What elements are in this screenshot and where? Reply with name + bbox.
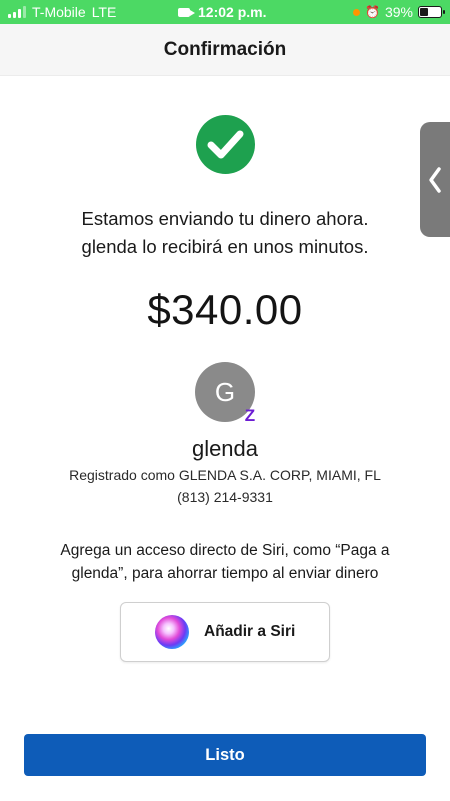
add-to-siri-label: Añadir a Siri <box>204 623 296 640</box>
status-bar-left: T-Mobile LTE <box>8 0 116 24</box>
add-to-siri-button[interactable]: Añadir a Siri <box>120 602 330 662</box>
battery-icon <box>418 6 445 18</box>
clock-time: 12:02 p.m. <box>198 4 267 20</box>
done-button-label: Listo <box>205 745 245 764</box>
recording-indicator-icon <box>353 8 361 16</box>
video-camera-icon <box>178 7 195 17</box>
sent-amount: $340.00 <box>147 286 303 333</box>
alarm-clock-icon: ⏰ <box>365 5 380 19</box>
siri-shortcut-prompt: Agrega un acceso directo de Siri, como “… <box>0 539 450 585</box>
success-check-icon <box>196 115 255 174</box>
confirmation-message: Estamos enviando tu dinero ahora. glenda… <box>0 205 450 261</box>
confirmation-message-line-1: Estamos enviando tu dinero ahora. <box>81 208 369 229</box>
avatar-initial: G <box>214 376 236 407</box>
recipient-phone: (813) 214-9331 <box>177 489 273 505</box>
zelle-icon: Z <box>244 406 256 425</box>
signal-strength-icon <box>8 6 26 18</box>
side-panel-tab[interactable] <box>420 122 450 237</box>
confirmation-message-line-2: glenda lo recibirá en unos minutos. <box>81 236 369 257</box>
siri-prompt-line-2: glenda”, para ahorrar tiempo al enviar d… <box>71 565 379 582</box>
carrier-name: T-Mobile <box>32 4 86 20</box>
status-bar-right: ⏰ 39% <box>353 0 445 24</box>
status-bar: T-Mobile LTE 12:02 p.m. ⏰ 39% <box>0 0 450 24</box>
chevron-left-icon <box>429 166 441 193</box>
siri-icon <box>155 615 189 649</box>
network-type: LTE <box>91 4 117 20</box>
battery-percent: 39% <box>384 4 413 20</box>
status-bar-center: 12:02 p.m. <box>178 0 266 24</box>
done-button[interactable]: Listo <box>24 734 426 776</box>
navigation-header: Confirmación <box>0 24 450 76</box>
siri-prompt-line-1: Agrega un acceso directo de Siri, como “… <box>60 542 390 559</box>
recipient-name: glenda <box>191 436 259 461</box>
recipient-registered-as: Registrado como GLENDA S.A. CORP, MIAMI,… <box>69 467 381 483</box>
page-title: Confirmación <box>163 38 287 60</box>
